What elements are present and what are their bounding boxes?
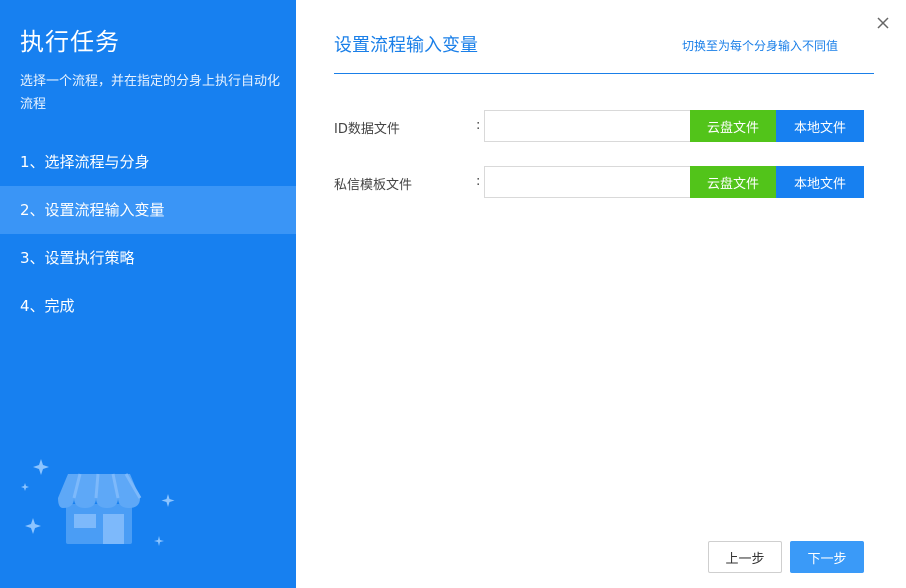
store-illustration bbox=[21, 459, 175, 546]
field-colon: : bbox=[476, 174, 481, 189]
step-finish[interactable]: 4、完成 bbox=[0, 282, 296, 330]
step-set-strategy[interactable]: 3、设置执行策略 bbox=[0, 234, 296, 282]
sidebar: 执行任务 选择一个流程，并在指定的分身上执行自动化流程 1、选择流程与分身 2、… bbox=[0, 0, 296, 588]
title-divider bbox=[334, 73, 874, 74]
execute-task-dialog: 执行任务 选择一个流程，并在指定的分身上执行自动化流程 1、选择流程与分身 2、… bbox=[0, 0, 906, 588]
next-step-button[interactable]: 下一步 bbox=[790, 541, 864, 573]
cloud-file-button[interactable]: 云盘文件 bbox=[690, 166, 776, 198]
local-file-button[interactable]: 本地文件 bbox=[776, 166, 864, 198]
field-label-message-template: 私信模板文件 bbox=[334, 178, 413, 193]
sidebar-title: 执行任务 bbox=[20, 28, 120, 56]
field-label-id-data: ID数据文件 bbox=[334, 122, 400, 137]
switch-per-clone-link[interactable]: 切换至为每个分身输入不同值 bbox=[682, 37, 838, 54]
page-title: 设置流程输入变量 bbox=[334, 35, 478, 56]
local-file-button[interactable]: 本地文件 bbox=[776, 110, 864, 142]
id-data-file-input[interactable] bbox=[484, 110, 690, 142]
step-set-variables[interactable]: 2、设置流程输入变量 bbox=[0, 186, 296, 234]
cloud-file-button[interactable]: 云盘文件 bbox=[690, 110, 776, 142]
step-select-flow[interactable]: 1、选择流程与分身 bbox=[0, 138, 296, 186]
previous-step-button[interactable]: 上一步 bbox=[708, 541, 782, 573]
sidebar-description: 选择一个流程，并在指定的分身上执行自动化流程 bbox=[20, 74, 281, 112]
step-list: 1、选择流程与分身 2、设置流程输入变量 3、设置执行策略 4、完成 bbox=[0, 138, 296, 330]
field-colon: : bbox=[476, 118, 481, 133]
message-template-file-input[interactable] bbox=[484, 166, 690, 198]
close-icon[interactable] bbox=[872, 12, 894, 34]
